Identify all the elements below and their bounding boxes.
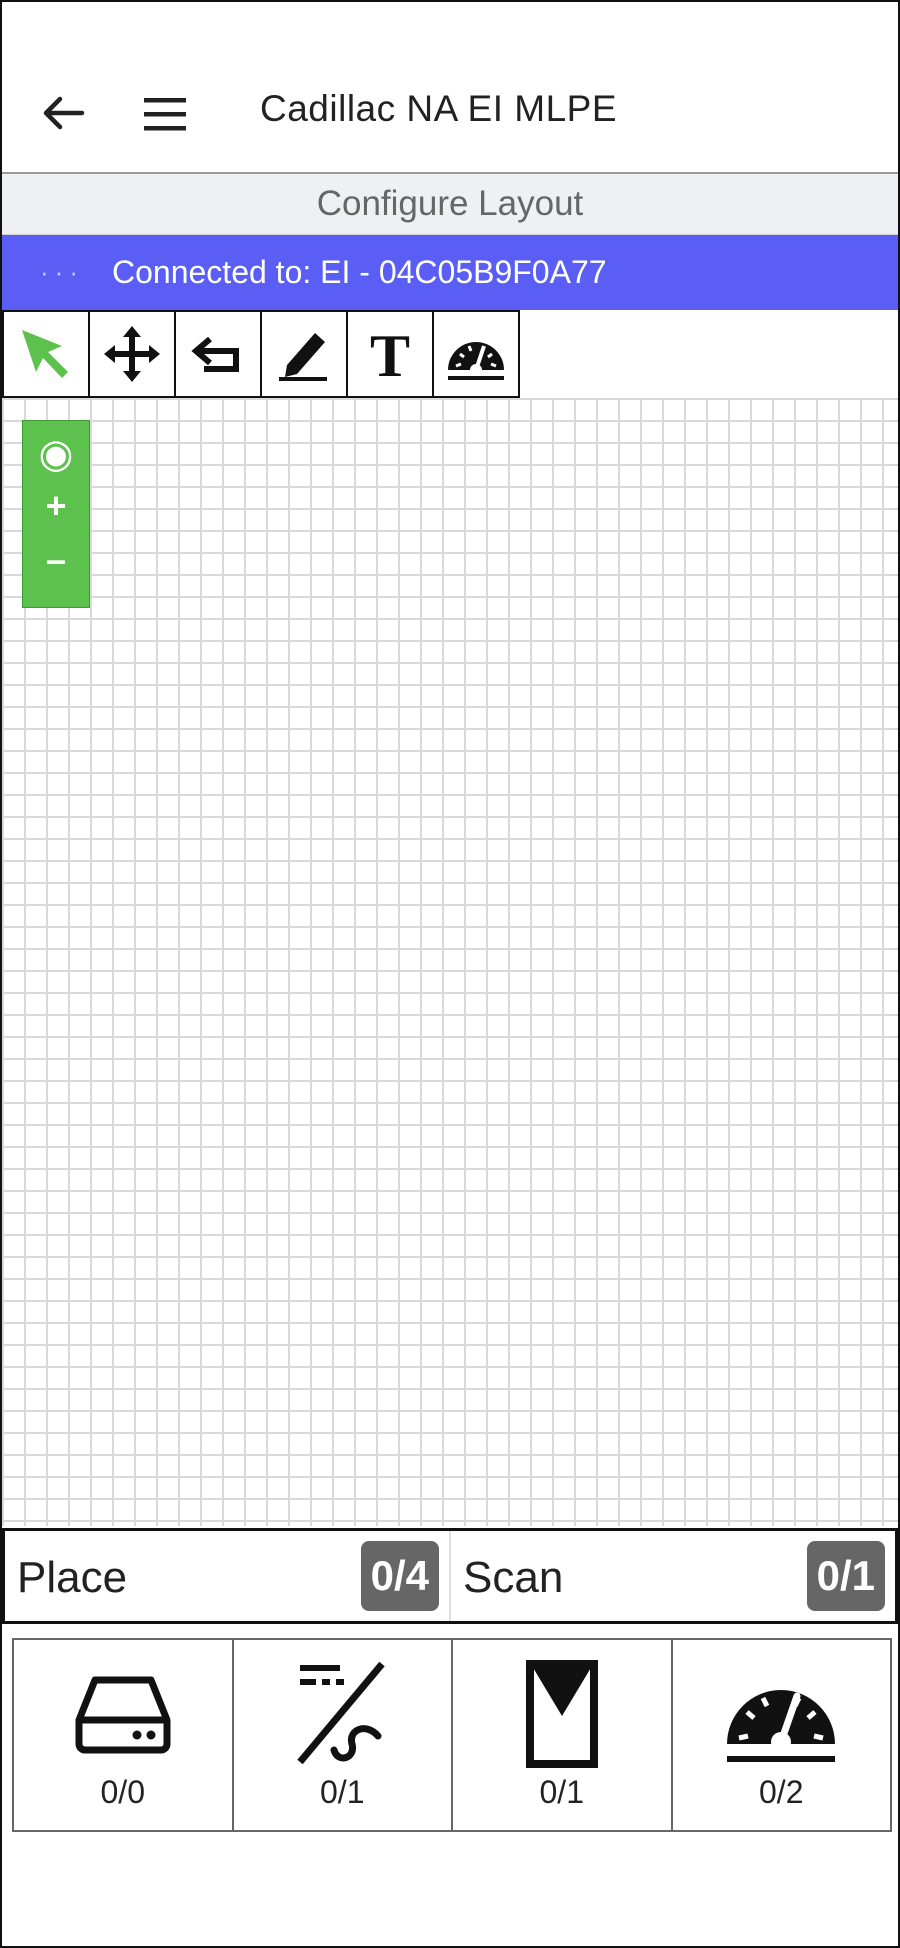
meter-gauge-icon xyxy=(727,1690,836,1762)
string-tile[interactable]: 0/1 xyxy=(231,1640,452,1830)
panel-envelope-icon xyxy=(525,1660,598,1768)
select-tool-button[interactable] xyxy=(2,310,90,398)
page-title: Cadillac NA EI MLPE xyxy=(260,88,618,129)
zoom-in-button[interactable]: + xyxy=(23,485,89,527)
layout-canvas[interactable] xyxy=(2,398,898,1526)
device-tiles: 0/0 0/1 0/1 0/2 xyxy=(12,1638,892,1832)
pencil-icon xyxy=(279,333,327,381)
progress-status-bar: Place 0/4 Scan 0/1 xyxy=(2,1528,898,1624)
arrow-left-icon[interactable] xyxy=(38,88,88,138)
panel-tile[interactable]: 0/1 xyxy=(451,1640,671,1830)
zoom-controls: ◉ + – xyxy=(22,420,90,608)
svg-text:T: T xyxy=(370,324,410,384)
draw-tool-button[interactable] xyxy=(262,310,348,398)
section-header: Configure Layout xyxy=(2,174,898,235)
zoom-out-button[interactable]: – xyxy=(23,539,89,581)
place-label: Place xyxy=(17,1553,128,1602)
string-wiring-icon xyxy=(297,1661,385,1765)
undo-icon xyxy=(191,336,239,372)
gateway-device-icon xyxy=(75,1676,171,1754)
move-icon xyxy=(104,326,160,382)
scan-count-badge: 0/1 xyxy=(806,1541,885,1611)
text-tool-icon: T xyxy=(370,324,410,384)
connection-banner: ··· Connected to: EI - 04C05B9F0A77 xyxy=(2,235,898,310)
place-count-badge: 0/4 xyxy=(360,1541,439,1611)
undo-tool-button[interactable] xyxy=(176,310,262,398)
gauge-icon xyxy=(448,342,504,380)
gateway-count: 0/0 xyxy=(100,1774,145,1810)
move-tool-button[interactable] xyxy=(90,310,176,398)
recenter-button[interactable]: ◉ xyxy=(23,431,89,477)
string-count: 0/1 xyxy=(320,1774,365,1810)
place-status[interactable]: Place 0/4 xyxy=(5,1531,449,1621)
panel-count: 0/1 xyxy=(539,1774,584,1810)
gauge-tool-button[interactable] xyxy=(434,310,520,398)
text-tool-button[interactable]: T xyxy=(348,310,434,398)
meter-count: 0/2 xyxy=(759,1774,804,1810)
gateway-tile[interactable]: 0/0 xyxy=(14,1640,232,1830)
scan-label: Scan xyxy=(463,1553,564,1602)
hamburger-menu-icon[interactable] xyxy=(142,94,188,134)
app-bar: Cadillac NA EI MLPE xyxy=(2,2,898,174)
select-arrow-icon xyxy=(22,330,68,378)
meter-tile[interactable]: 0/2 xyxy=(670,1640,891,1830)
layout-toolbar: T xyxy=(2,310,520,398)
scan-status[interactable]: Scan 0/1 xyxy=(449,1531,895,1621)
connection-status-text: Connected to: EI - 04C05B9F0A77 xyxy=(112,254,607,290)
connection-dots-icon: ··· xyxy=(40,257,84,287)
